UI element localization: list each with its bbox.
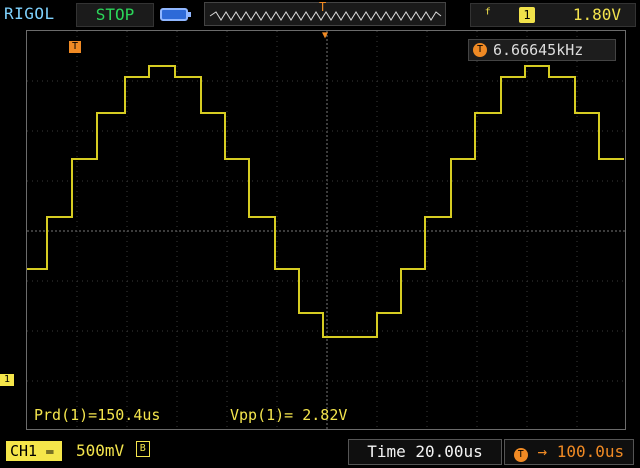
frequency-value: 6.66645kHz [493, 41, 584, 59]
timebase-readout[interactable]: Time 20.00us [348, 439, 502, 465]
frequency-counter: T 6.66645kHz [468, 39, 616, 61]
status-bar: RIGOL STOP T ᶠ 1 1.80V [0, 0, 640, 28]
trigger-offset-arrow-icon: → [537, 442, 548, 461]
trigger-offset-readout[interactable]: T → 100.0us [504, 439, 634, 465]
trigger-source-badge: 1 [519, 7, 535, 23]
channel1-ground-marker[interactable]: 1 [0, 374, 14, 386]
trigger-time-arrow-icon: ▼ [321, 30, 329, 41]
coupling-dc-icon: ═ [46, 445, 54, 459]
run-stop-status[interactable]: STOP [76, 3, 154, 27]
trigger-marker-icon: T [69, 41, 81, 53]
bandwidth-limit-icon: B [135, 441, 150, 457]
channel1-badge[interactable]: CH1 ═ [6, 441, 62, 461]
trigger-offset-value: 100.0us [556, 442, 625, 461]
period-measurement: Prd(1)=150.4us [34, 406, 161, 424]
rising-edge-icon: ᶠ [483, 5, 493, 24]
trigger-offset-icon: T [513, 448, 528, 462]
trigger-panel[interactable]: ᶠ 1 1.80V [470, 3, 636, 27]
waveform-display: T ▼ [26, 30, 627, 431]
trigger-level: 1.80V [572, 5, 621, 24]
channel1-trace [27, 65, 624, 338]
vpp-measurement: Vpp(1)= 2.82V [230, 406, 348, 424]
channel1-label: CH1 [10, 442, 38, 460]
trigger-counter-icon: T [473, 43, 487, 57]
volts-per-div: 500mV [76, 441, 125, 460]
waveform-grid [27, 31, 627, 431]
channel1-scale[interactable]: 500mV B [76, 441, 150, 461]
memory-depth-bar: T [204, 0, 446, 26]
battery-icon [160, 8, 191, 21]
trigger-position-marker-icon: T [319, 0, 327, 14]
brand-logo: RIGOL [4, 4, 55, 23]
